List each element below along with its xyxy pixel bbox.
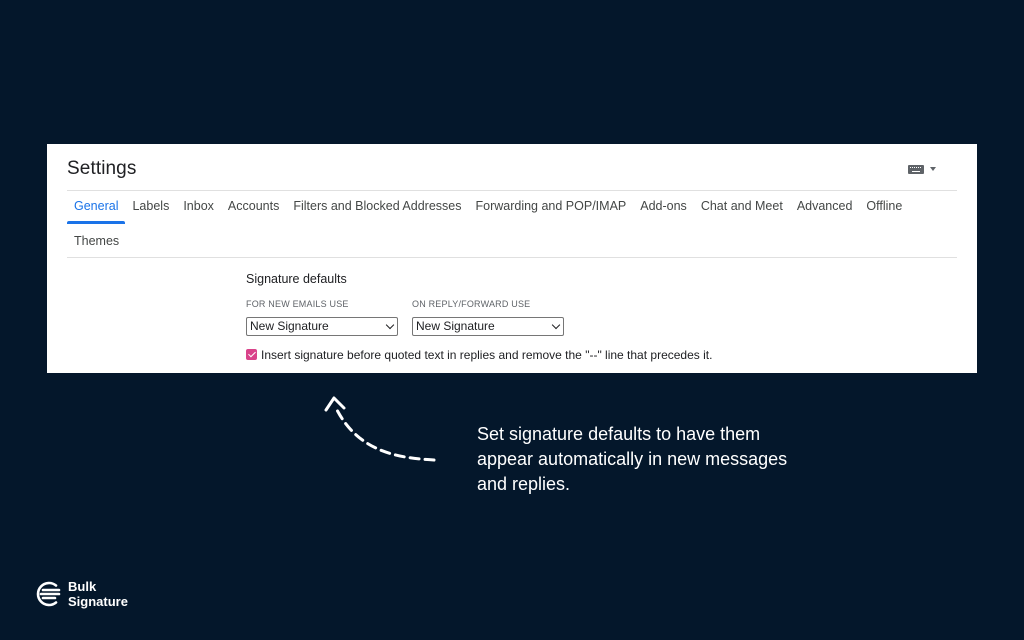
tabs-divider xyxy=(67,257,957,258)
chevron-down-icon xyxy=(385,320,395,330)
reply-forward-label: ON REPLY/FORWARD USE xyxy=(412,299,531,309)
tab-general[interactable]: General xyxy=(67,198,126,224)
caption-line-3: and replies. xyxy=(477,474,571,494)
tab-chat-meet[interactable]: Chat and Meet xyxy=(694,198,790,224)
insert-before-quoted-label[interactable]: Insert signature before quoted text in r… xyxy=(261,348,712,362)
page-title: Settings xyxy=(67,158,137,179)
tab-accounts[interactable]: Accounts xyxy=(221,198,286,224)
tab-themes[interactable]: Themes xyxy=(67,233,126,253)
caption-line-1: Set signature defaults to have them xyxy=(477,424,761,444)
brand-line-1: Bulk xyxy=(68,579,97,594)
caret-down-icon xyxy=(930,167,936,171)
brand-name: Bulk Signature xyxy=(68,579,128,609)
keyboard-icon xyxy=(908,165,924,174)
settings-tabs-row-2: Themes xyxy=(67,233,126,253)
input-tools-button[interactable] xyxy=(908,163,940,177)
new-emails-signature-select[interactable]: New Signature xyxy=(246,317,398,336)
settings-tabs: General Labels Inbox Accounts Filters an… xyxy=(67,198,909,224)
signature-defaults-heading: Signature defaults xyxy=(246,272,347,286)
reply-forward-signature-value: New Signature xyxy=(416,319,495,333)
insert-before-quoted-checkbox[interactable] xyxy=(246,349,257,360)
bulk-signature-logo-icon xyxy=(36,581,61,607)
chevron-down-icon xyxy=(551,320,561,330)
caption-line-2: appear automatically in new messages xyxy=(477,449,788,469)
tab-add-ons[interactable]: Add-ons xyxy=(633,198,694,224)
new-emails-label: FOR NEW EMAILS USE xyxy=(246,299,349,309)
tab-labels[interactable]: Labels xyxy=(125,198,176,224)
tab-inbox[interactable]: Inbox xyxy=(176,198,221,224)
tab-filters[interactable]: Filters and Blocked Addresses xyxy=(286,198,468,224)
tab-advanced[interactable]: Advanced xyxy=(790,198,860,224)
settings-panel: Settings General Labels Inbox Accounts F… xyxy=(47,144,977,373)
brand-line-2: Signature xyxy=(68,594,128,609)
tab-forwarding[interactable]: Forwarding and POP/IMAP xyxy=(468,198,633,224)
new-emails-signature-value: New Signature xyxy=(250,319,329,333)
brand-logo: Bulk Signature xyxy=(34,578,128,610)
caption-text: Set signature defaults to have them appe… xyxy=(477,422,857,497)
title-divider xyxy=(67,190,957,191)
tab-offline[interactable]: Offline xyxy=(859,198,909,224)
dashed-arrow-icon xyxy=(324,396,436,462)
reply-forward-signature-select[interactable]: New Signature xyxy=(412,317,564,336)
